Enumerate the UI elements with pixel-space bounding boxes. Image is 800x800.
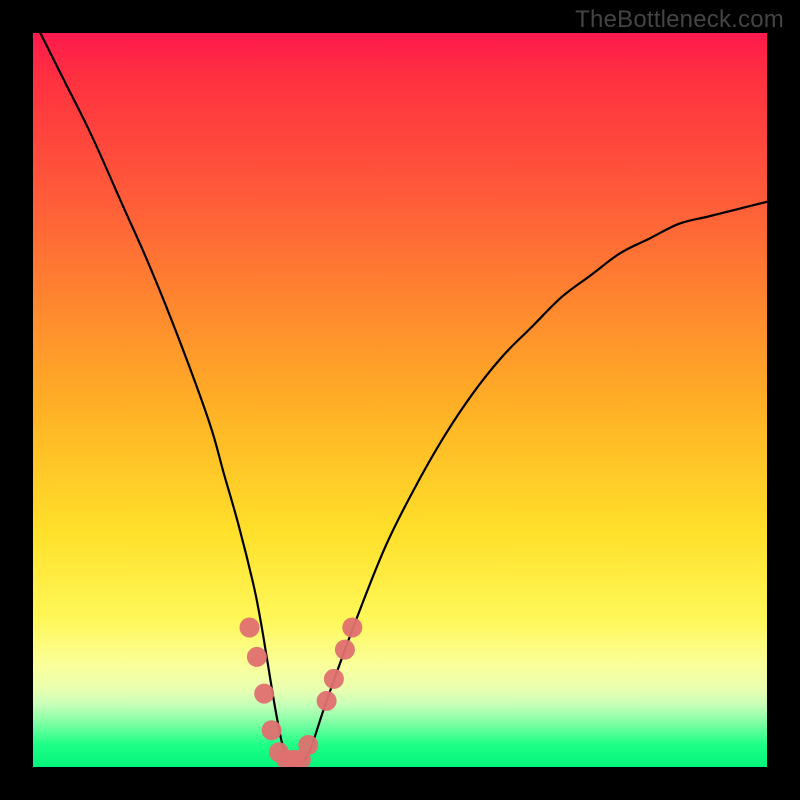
watermark-text: TheBottleneck.com (575, 6, 784, 34)
chart-frame: TheBottleneck.com (0, 0, 800, 800)
plot-area (33, 33, 767, 767)
